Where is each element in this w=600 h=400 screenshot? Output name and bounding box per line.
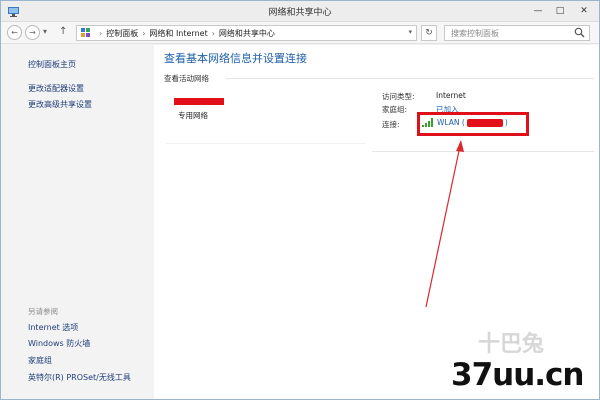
left-pane: 控制面板主页 更改适配器设置 更改高级共享设置 另请参阅 Internet 选项… — [2, 45, 154, 399]
breadcrumb-network-sharing-center[interactable]: 网络和共享中心 — [219, 29, 275, 38]
access-type-label: 访问类型: — [382, 92, 415, 101]
see-also-intel-proset[interactable]: 英特尔(R) PROSet/无线工具 — [28, 372, 131, 383]
search-input[interactable]: 搜索控制面板 — [451, 28, 499, 39]
refresh-button[interactable]: ↻ — [421, 25, 437, 41]
chevron-right-icon: › — [142, 29, 146, 38]
recent-locations-dropdown[interactable]: ▾ — [43, 27, 47, 36]
window-title: 网络和共享中心 — [268, 8, 332, 18]
up-button[interactable]: ↑ — [59, 26, 67, 37]
close-button[interactable]: ✕ — [571, 2, 597, 20]
search-icon[interactable] — [574, 27, 585, 38]
active-networks-heading: 查看活动网络 — [164, 74, 209, 83]
divider — [372, 151, 594, 152]
control-panel-icon — [81, 28, 90, 37]
breadcrumb: › 控制面板 › 网络和 Internet › 网络和共享中心 — [95, 28, 275, 39]
divider — [226, 78, 594, 79]
highlight-box — [417, 112, 529, 136]
network-type-link[interactable]: 专用网络 — [178, 110, 208, 121]
chevron-right-icon: › — [211, 29, 215, 38]
sidebar-item-control-panel-home[interactable]: 控制面板主页 — [28, 59, 76, 70]
breadcrumb-control-panel[interactable]: 控制面板 — [106, 29, 138, 38]
see-also-homegroup[interactable]: 家庭组 — [28, 355, 52, 366]
navigation-bar: ← → ▾ ↑ › 控制面板 › 网络和 Internet › 网络和共享中心 ▾ ↻ 搜… — [1, 22, 599, 44]
breadcrumb-network-internet[interactable]: 网络和 Internet — [149, 29, 207, 38]
page-title: 查看基本网络信息并设置连接 — [164, 52, 307, 65]
network-name-redacted — [174, 98, 224, 105]
forward-button[interactable]: → — [25, 25, 40, 40]
title-bar: 网络和共享中心 — □ ✕ — [1, 1, 599, 22]
address-dropdown-icon[interactable]: ▾ — [408, 28, 412, 36]
divider — [166, 143, 366, 144]
see-also-heading: 另请参阅 — [28, 307, 58, 316]
sidebar-item-change-adapter-settings[interactable]: 更改适配器设置 — [28, 83, 84, 94]
minimize-button[interactable]: — — [527, 2, 549, 20]
chevron-right-icon: › — [99, 29, 103, 38]
homegroup-label: 家庭组: — [382, 105, 408, 114]
search-box[interactable]: 搜索控制面板 — [444, 25, 590, 41]
back-button[interactable]: ← — [7, 25, 22, 40]
access-type-value: Internet — [436, 91, 466, 100]
maximize-button[interactable]: □ — [549, 2, 571, 20]
connection-label: 连接: — [382, 120, 400, 129]
sidebar-item-change-advanced-sharing[interactable]: 更改高级共享设置 — [28, 99, 92, 110]
watermark: 37uu.cn — [451, 357, 584, 393]
see-also-windows-firewall[interactable]: Windows 防火墙 — [28, 338, 90, 349]
see-also-internet-options[interactable]: Internet 选项 — [28, 322, 78, 333]
address-bar[interactable]: › 控制面板 › 网络和 Internet › 网络和共享中心 ▾ — [76, 25, 417, 41]
watermark-logo: 十巴兔 — [478, 332, 545, 357]
